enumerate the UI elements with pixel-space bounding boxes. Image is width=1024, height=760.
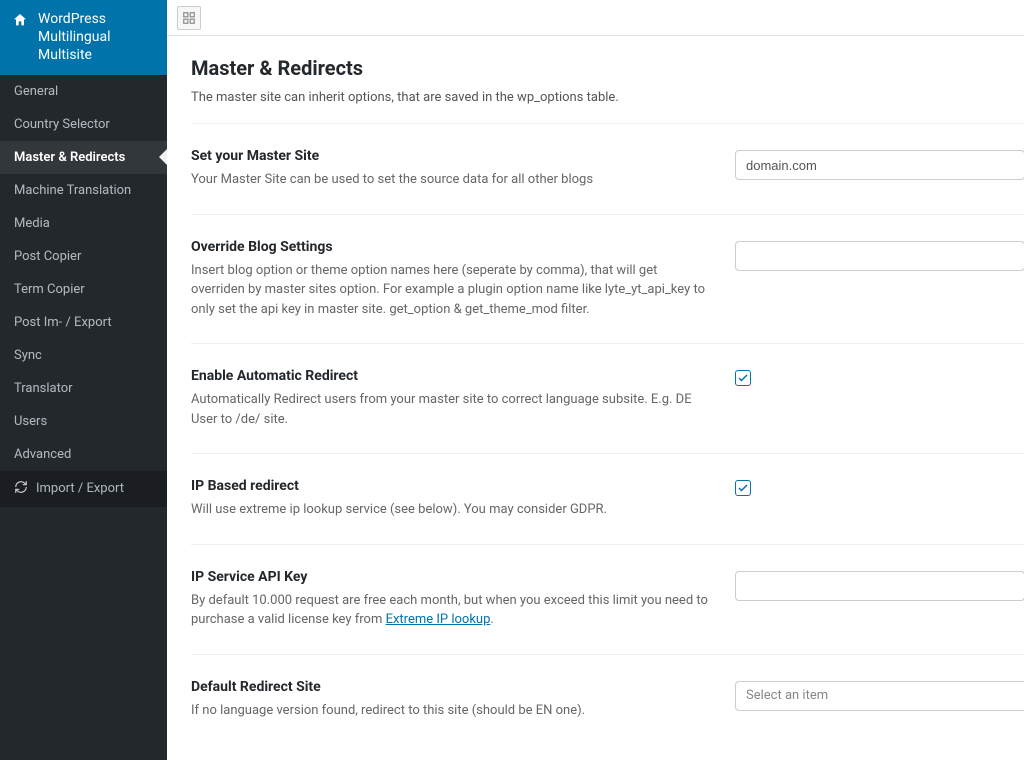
field-title: IP Based redirect bbox=[191, 478, 711, 494]
sidebar-header[interactable]: WordPress Multilingual Multisite bbox=[0, 0, 167, 75]
sidebar-item-country-selector[interactable]: Country Selector bbox=[0, 108, 167, 141]
sidebar-item-label: Post Im- / Export bbox=[14, 315, 112, 330]
sidebar-item-import-export[interactable]: Import / Export bbox=[0, 471, 167, 507]
field-ip-api-key: IP Service API Key By default 10.000 req… bbox=[191, 544, 1024, 654]
sidebar-item-sync[interactable]: Sync bbox=[0, 339, 167, 372]
field-title: Override Blog Settings bbox=[191, 239, 711, 255]
sidebar-item-label: Machine Translation bbox=[14, 183, 131, 198]
panel-toggle-button[interactable] bbox=[177, 6, 201, 30]
sidebar-item-translator[interactable]: Translator bbox=[0, 372, 167, 405]
sidebar-item-advanced[interactable]: Advanced bbox=[0, 438, 167, 471]
page-description: The master site can inherit options, tha… bbox=[191, 90, 1024, 105]
field-default-redirect-site: Default Redirect Site If no language ver… bbox=[191, 654, 1024, 721]
master-site-input[interactable] bbox=[735, 150, 1024, 180]
sidebar-item-master-redirects[interactable]: Master & Redirects bbox=[0, 141, 167, 174]
field-title: Set your Master Site bbox=[191, 148, 711, 164]
admin-sidebar: WordPress Multilingual Multisite General… bbox=[0, 0, 167, 760]
field-title: Enable Automatic Redirect bbox=[191, 368, 711, 384]
field-description: Automatically Redirect users from your m… bbox=[191, 390, 711, 429]
field-override-blog-settings: Override Blog Settings Insert blog optio… bbox=[191, 214, 1024, 344]
sidebar-item-post-im-export[interactable]: Post Im- / Export bbox=[0, 306, 167, 339]
default-redirect-select[interactable]: Select an item bbox=[735, 681, 1024, 711]
sidebar-item-label: Sync bbox=[14, 348, 42, 363]
field-title: Default Redirect Site bbox=[191, 679, 711, 695]
ip-redirect-checkbox[interactable] bbox=[735, 480, 751, 496]
refresh-icon bbox=[14, 480, 28, 498]
auto-redirect-checkbox[interactable] bbox=[735, 370, 751, 386]
sidebar-item-label: Import / Export bbox=[36, 481, 124, 496]
sidebar-item-label: Country Selector bbox=[14, 117, 110, 132]
field-ip-based-redirect: IP Based redirect Will use extreme ip lo… bbox=[191, 453, 1024, 544]
sidebar-item-label: Post Copier bbox=[14, 249, 81, 264]
sidebar-item-label: Media bbox=[14, 216, 50, 231]
field-title: IP Service API Key bbox=[191, 569, 711, 585]
home-icon bbox=[12, 12, 28, 33]
field-desc-text: . bbox=[490, 612, 493, 627]
sidebar-item-users[interactable]: Users bbox=[0, 405, 167, 438]
sidebar-item-label: Users bbox=[14, 414, 47, 429]
sidebar-item-general[interactable]: General bbox=[0, 75, 167, 108]
sidebar-item-term-copier[interactable]: Term Copier bbox=[0, 273, 167, 306]
sidebar-item-label: General bbox=[14, 84, 58, 99]
sidebar-item-post-copier[interactable]: Post Copier bbox=[0, 240, 167, 273]
extreme-ip-lookup-link[interactable]: Extreme IP lookup bbox=[386, 612, 491, 627]
sidebar-item-label: Advanced bbox=[14, 447, 71, 462]
app-title: WordPress Multilingual Multisite bbox=[38, 10, 155, 65]
field-description: Your Master Site can be used to set the … bbox=[191, 170, 711, 190]
sidebar-item-machine-translation[interactable]: Machine Translation bbox=[0, 174, 167, 207]
field-description: Will use extreme ip lookup service (see … bbox=[191, 500, 711, 520]
field-description: If no language version found, redirect t… bbox=[191, 701, 711, 721]
field-master-site: Set your Master Site Your Master Site ca… bbox=[191, 123, 1024, 214]
sidebar-item-label: Translator bbox=[14, 381, 73, 396]
sidebar-item-media[interactable]: Media bbox=[0, 207, 167, 240]
page-title: Master & Redirects bbox=[191, 56, 1024, 80]
override-settings-input[interactable] bbox=[735, 241, 1024, 271]
field-description: By default 10.000 request are free each … bbox=[191, 591, 711, 630]
topbar bbox=[167, 0, 1024, 36]
ip-api-key-input[interactable] bbox=[735, 571, 1024, 601]
field-auto-redirect: Enable Automatic Redirect Automatically … bbox=[191, 343, 1024, 453]
sidebar-item-label: Term Copier bbox=[14, 282, 85, 297]
sidebar-item-label: Master & Redirects bbox=[14, 150, 125, 165]
field-description: Insert blog option or theme option names… bbox=[191, 261, 711, 320]
